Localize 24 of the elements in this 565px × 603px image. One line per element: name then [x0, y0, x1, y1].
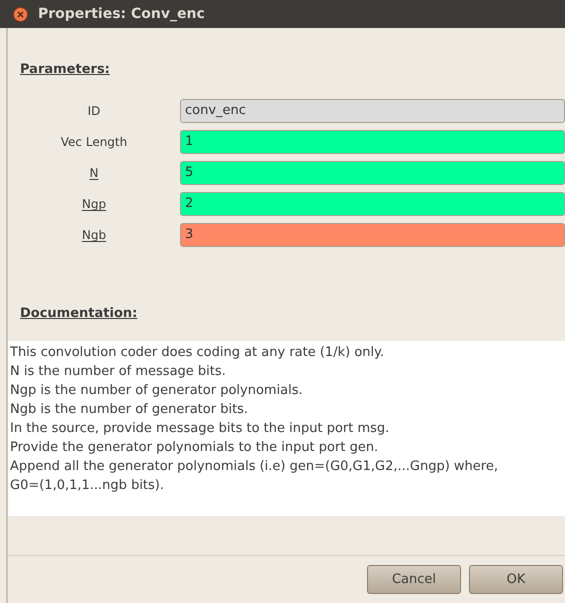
field-label: Ngp: [80, 196, 108, 213]
doc-text-line: Append all the generator polynomials (i.e) gen=(G0,G1,G2,...Gngp) where,: [10, 458, 499, 476]
field-label: ID: [86, 103, 102, 120]
input-field[interactable]: 3: [180, 223, 565, 247]
input-field[interactable]: 1: [180, 130, 565, 154]
doc-text-line: This convolution coder does coding at any rate (1/k) only.: [10, 344, 386, 362]
input-field[interactable]: 2: [180, 192, 565, 216]
doc-text-line: N is the number of message bits.: [10, 363, 227, 381]
close-icon[interactable]: [13, 6, 28, 22]
section-heading: Parameters:: [20, 62, 110, 77]
doc-text-line: Provide the generator polynomials to the input port gen.: [10, 439, 380, 457]
input-field[interactable]: conv_enc: [180, 99, 565, 123]
section-heading: Documentation:: [20, 306, 138, 321]
doc-text-line: Ngb is the number of generator bits.: [10, 401, 250, 419]
field-label: Ngb: [80, 227, 108, 244]
field-label: Vec Length: [60, 134, 128, 151]
window-title: Properties: Conv_enc: [38, 4, 205, 24]
dialog-button[interactable]: OK: [469, 565, 563, 594]
doc-text-line: In the source, provide message bits to the input port msg.: [10, 420, 390, 438]
doc-text-line: G0=(1,0,1,1...ngb bits).: [10, 477, 166, 495]
field-label: N: [88, 165, 100, 182]
dialog-button[interactable]: Cancel: [367, 565, 461, 594]
doc-text-line: Ngp is the number of generator polynomials.: [10, 382, 304, 400]
input-field[interactable]: 5: [180, 161, 565, 185]
